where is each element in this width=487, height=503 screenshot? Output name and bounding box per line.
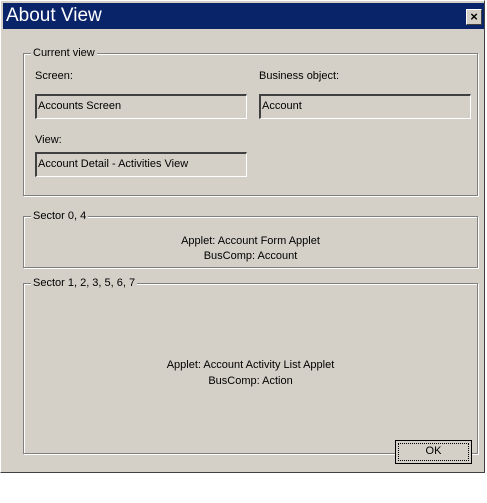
ok-button-label: OK [398,443,469,461]
sector-1-2-3-5-6-7-applet: Applet: Account Activity List Applet [166,359,335,371]
sector-0-4-buscomp: BusComp: Account [203,250,298,262]
business-object-label: Business object: [259,70,340,82]
title-bar[interactable]: About View × [3,3,484,29]
dialog-title: About View [6,5,102,26]
screen-label: Screen: [35,70,73,82]
view-field: Account Detail - Activities View [35,152,247,177]
screen-field: Accounts Screen [35,94,247,119]
close-icon: × [470,9,478,24]
sector-1-2-3-5-6-7-group: Sector 1, 2, 3, 5, 6, 7 Applet: Account … [23,276,478,454]
close-button[interactable]: × [466,9,482,25]
about-view-dialog: About View × Current view Screen: Accoun… [0,0,485,473]
current-view-legend: Current view [31,46,97,60]
sector-0-4-group: Sector 0, 4 Applet: Account Form Applet … [23,209,478,268]
sector-1-2-3-5-6-7-legend: Sector 1, 2, 3, 5, 6, 7 [31,276,138,290]
sector-1-2-3-5-6-7-buscomp: BusComp: Action [208,375,293,387]
current-view-group: Current view Screen: Accounts Screen Bus… [23,46,478,196]
business-object-field: Account [259,94,471,119]
view-label: View: [35,134,62,146]
sector-0-4-legend: Sector 0, 4 [31,209,89,223]
sector-0-4-applet: Applet: Account Form Applet [181,235,320,247]
ok-button[interactable]: OK [395,440,472,464]
